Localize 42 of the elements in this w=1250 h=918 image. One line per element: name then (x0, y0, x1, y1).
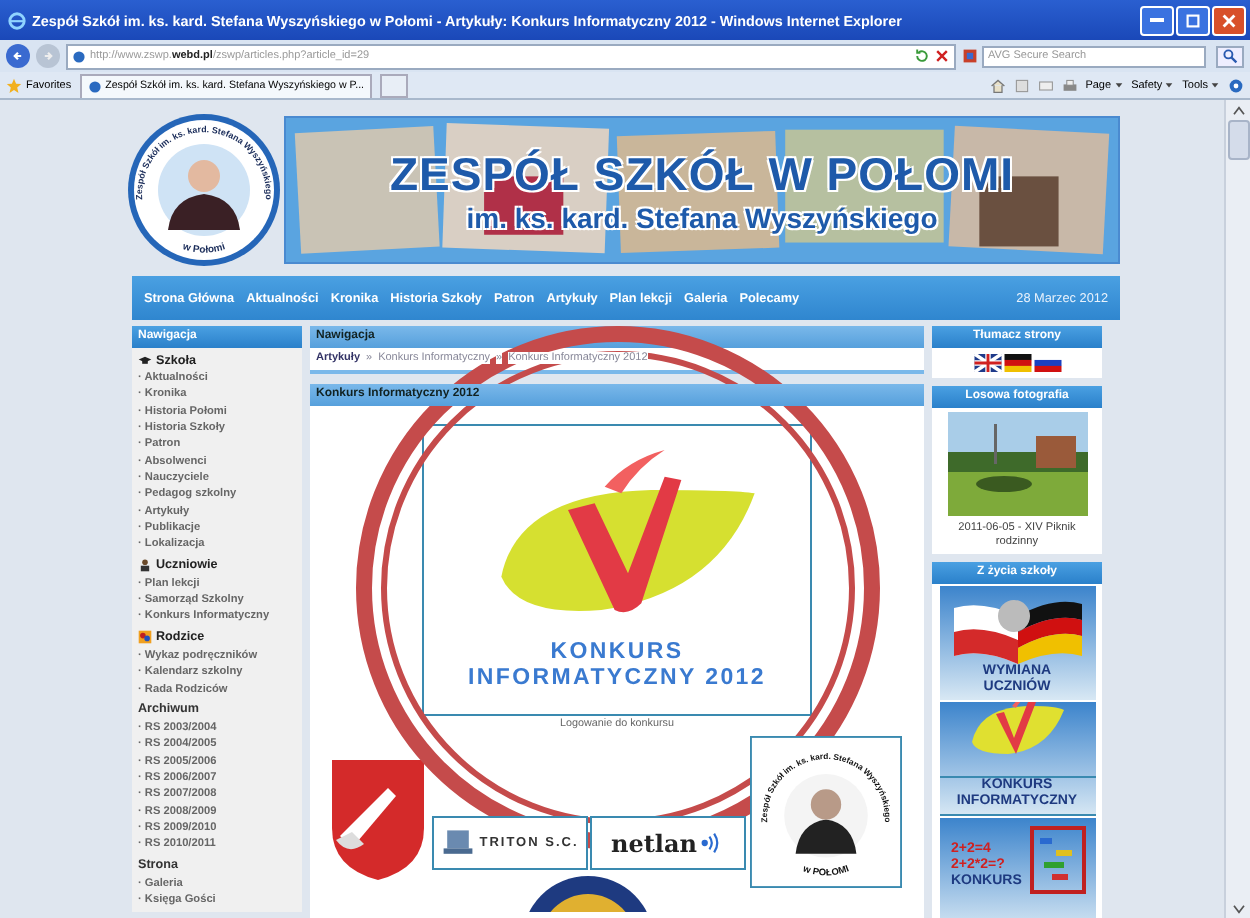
contest-banner[interactable]: KONKURS INFORMATYCZNY 2012 (422, 424, 812, 716)
globe-icon (87, 79, 102, 93)
sponsor-logo[interactable]: netlan (589, 816, 745, 870)
scrollbar[interactable] (1224, 100, 1250, 918)
caret-icon (1210, 80, 1220, 90)
caret-icon (1164, 80, 1175, 90)
search-button[interactable] (1216, 45, 1244, 67)
coat-of-arms-icon (327, 756, 427, 884)
stop-icon[interactable] (934, 48, 950, 64)
refresh-icon[interactable] (914, 48, 930, 64)
browser-icon (8, 11, 26, 29)
forward-arrow-icon (40, 48, 56, 64)
minimize-button[interactable] (1140, 5, 1174, 35)
de-flag-icon[interactable] (1003, 354, 1031, 372)
computer-icon (439, 828, 476, 858)
maximize-icon (1184, 11, 1202, 29)
uk-flag-icon[interactable] (973, 354, 1001, 372)
maximize-button[interactable] (1176, 5, 1210, 35)
v-logo-drawing (969, 702, 1065, 758)
caret-icon (1113, 80, 1124, 90)
home-icon[interactable] (989, 77, 1006, 93)
abacus-icon (1027, 826, 1087, 894)
close-button[interactable] (1212, 5, 1246, 35)
family-icon (138, 630, 152, 645)
contest-title: KONKURS (550, 640, 684, 666)
print-icon[interactable] (1061, 77, 1078, 93)
globe-icon (72, 49, 86, 63)
student-icon (138, 558, 152, 573)
contest-title: INFORMATYCZNY 2012 (468, 666, 766, 692)
ru-flag-icon[interactable] (1033, 354, 1061, 372)
signal-icon (700, 832, 723, 854)
close-icon (1220, 11, 1238, 29)
graduation-cap-icon (138, 353, 152, 367)
back-button[interactable] (6, 44, 30, 68)
scroll-up-icon[interactable] (1231, 105, 1245, 115)
star-icon (6, 77, 22, 93)
search-icon (1222, 48, 1238, 64)
minimize-icon (1150, 18, 1164, 22)
scroll-down-icon[interactable] (1231, 903, 1245, 913)
back-arrow-icon (10, 48, 26, 64)
search-provider-icon (962, 48, 978, 64)
scroll-thumb[interactable] (1227, 120, 1249, 160)
